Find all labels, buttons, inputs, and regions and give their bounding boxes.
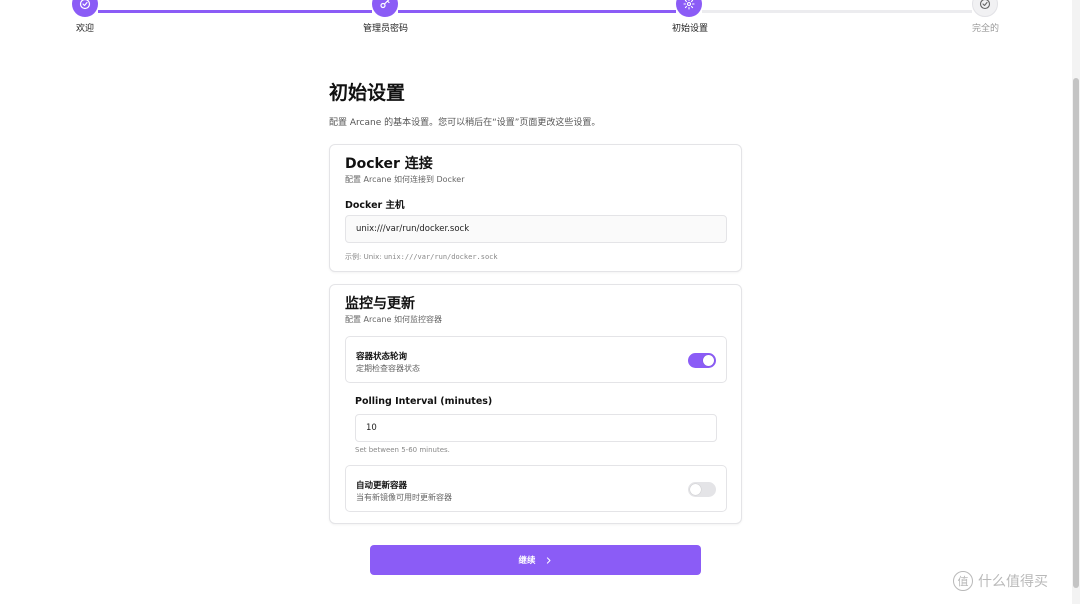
scrollbar[interactable] (1072, 0, 1080, 604)
docker-host-input[interactable]: unix:///var/run/docker.sock (345, 215, 727, 243)
setup-content: 初始设置 配置 Arcane 的基本设置。您可以稍后在“设置”页面更改这些设置。… (329, 80, 742, 524)
container-polling-row: 容器状态轮询 定期检查容器状态 (345, 336, 727, 383)
continue-button[interactable]: 继续 (370, 545, 701, 575)
step-connector-3 (702, 10, 972, 13)
toggle-title: 自动更新容器 (356, 481, 408, 491)
toggle-knob (690, 484, 701, 495)
docker-host-hint: 示例: Unix: unix:///var/run/docker.sock (345, 252, 498, 262)
polling-interval-label: Polling Interval (minutes) (355, 396, 493, 407)
watermark-badge: 值 (953, 571, 973, 591)
toggle-description: 定期检查容器状态 (356, 364, 420, 373)
card-subtitle: 配置 Arcane 如何连接到 Docker (345, 175, 465, 184)
polling-interval-value: 10 (366, 423, 377, 433)
monitoring-card: 监控与更新 配置 Arcane 如何监控容器 容器状态轮询 定期检查容器状态 P… (329, 284, 742, 524)
key-icon (380, 0, 390, 9)
docker-host-value: unix:///var/run/docker.sock (356, 224, 470, 234)
page-title: 初始设置 (329, 82, 406, 104)
page-description: 配置 Arcane 的基本设置。您可以稍后在“设置”页面更改这些设置。 (329, 118, 601, 128)
step-welcome[interactable] (72, 0, 98, 17)
card-title: 监控与更新 (345, 296, 415, 312)
card-subtitle: 配置 Arcane 如何监控容器 (345, 315, 442, 324)
toggle-knob (703, 355, 714, 366)
step-initial-settings[interactable] (676, 0, 702, 17)
card-title: Docker 连接 (345, 156, 433, 172)
docker-host-label: Docker 主机 (345, 200, 405, 211)
step-admin-password-label: 管理员密码 (363, 24, 409, 34)
gear-icon (683, 0, 695, 10)
container-polling-toggle[interactable] (688, 353, 716, 368)
step-connector-2 (398, 10, 676, 13)
watermark: 值 什么值得买 (953, 571, 1048, 591)
docker-connection-card: Docker 连接 配置 Arcane 如何连接到 Docker Docker … (329, 144, 742, 272)
toggle-title: 容器状态轮询 (356, 352, 408, 362)
step-initial-settings-label: 初始设置 (672, 24, 709, 34)
step-connector-1 (98, 10, 372, 13)
hint-prefix: 示例: Unix: (345, 253, 384, 261)
watermark-text: 什么值得买 (978, 574, 1048, 590)
scrollbar-thumb[interactable] (1073, 78, 1079, 588)
step-admin-password[interactable] (372, 0, 398, 17)
check-circle-icon (79, 0, 91, 10)
polling-interval-input[interactable]: 10 (355, 414, 717, 442)
chevron-right-icon (546, 556, 550, 564)
auto-update-row: 自动更新容器 当有新镜像可用时更新容器 (345, 465, 727, 512)
hint-code: unix:///var/run/docker.sock (383, 253, 498, 261)
check-circle-icon (979, 0, 991, 10)
step-complete-label: 完全的 (972, 24, 1000, 34)
continue-label: 继续 (518, 555, 536, 565)
step-welcome-label: 欢迎 (76, 24, 95, 34)
step-complete[interactable] (972, 0, 998, 17)
auto-update-toggle[interactable] (688, 482, 716, 497)
polling-interval-hint: Set between 5-60 minutes. (355, 446, 450, 454)
toggle-description: 当有新镜像可用时更新容器 (356, 493, 452, 502)
setup-stepper: 欢迎 管理员密码 初始设置 完全的 (0, 0, 1080, 40)
